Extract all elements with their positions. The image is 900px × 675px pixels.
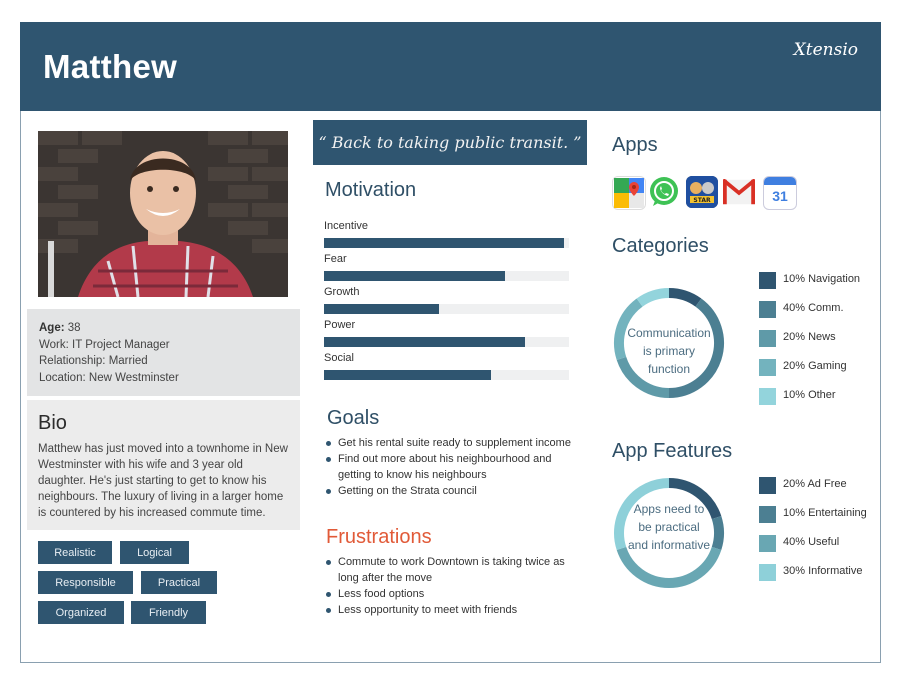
- legend-label: 20% Gaming: [783, 360, 847, 372]
- age-label: Age:: [39, 322, 65, 334]
- trait-tag: Responsible: [38, 571, 133, 594]
- frustrations-list: Commute to work Downtown is taking twice…: [324, 554, 579, 618]
- xtensio-logo: Xtensio: [793, 40, 858, 60]
- motivation-bar-track: [324, 304, 569, 314]
- legend-label: 20% Ad Free: [783, 478, 847, 490]
- profile-photo: [38, 131, 288, 297]
- trait-tag: Organized: [38, 601, 124, 624]
- legend-swatch: [759, 535, 776, 552]
- trait-tag: Practical: [141, 571, 217, 594]
- profile-photo-illustration: [38, 131, 288, 297]
- bio-text: Matthew has just moved into a townhome i…: [38, 443, 288, 519]
- legend-swatch: [759, 506, 776, 523]
- frustration-item: Commute to work Downtown is taking twice…: [324, 554, 579, 586]
- whatsapp-icon: [648, 176, 680, 208]
- goal-item: Get his rental suite ready to supplement…: [324, 435, 579, 451]
- legend-swatch: [759, 564, 776, 581]
- frustration-item: Less opportunity to meet with friends: [324, 602, 579, 618]
- trait-tag: Logical: [120, 541, 189, 564]
- location-value: New Westminster: [88, 371, 179, 384]
- legend-label: 10% Navigation: [783, 273, 861, 285]
- persona-quote: “ Back to taking public transit. ”: [313, 120, 587, 165]
- center-text-line: Apps need to: [633, 502, 705, 516]
- categories-title: Categories: [612, 235, 709, 257]
- motivation-label: Social: [324, 352, 354, 364]
- features-title: App Features: [612, 440, 733, 462]
- frustration-item: Less food options: [324, 586, 579, 602]
- motivation-bar-fill: [324, 337, 525, 347]
- motivation-bar-track: [324, 271, 569, 281]
- persona-name: Matthew: [43, 48, 178, 85]
- features-center-text: Apps need to be practical and informativ…: [612, 500, 726, 554]
- trait-tag: Friendly: [131, 601, 206, 624]
- google-maps-icon: [612, 176, 646, 210]
- relationship-row: Relationship: Married: [39, 353, 288, 370]
- profile-info: Age: 38 Work: IT Project Manager Relatio…: [27, 309, 300, 396]
- motivation-bar-track: [324, 370, 569, 380]
- goal-item: Find out more about his neighbourhood an…: [324, 451, 579, 483]
- legend-label: 40% Useful: [783, 536, 840, 548]
- work-label: Work:: [39, 338, 69, 351]
- motivation-label: Power: [324, 319, 356, 331]
- relationship-value: Married: [108, 355, 148, 367]
- legend-swatch: [759, 477, 776, 494]
- goals-list: Get his rental suite ready to supplement…: [324, 435, 579, 499]
- motivation-label: Fear: [324, 253, 347, 265]
- location-row: Location: New Westminster: [39, 370, 288, 387]
- goals-title: Goals: [327, 407, 380, 429]
- legend-label: 30% Informative: [783, 565, 863, 577]
- donut-slice-navigation: [668, 288, 702, 307]
- center-text-line: function: [647, 362, 691, 376]
- relationship-label: Relationship:: [39, 355, 106, 367]
- legend-swatch: [759, 272, 776, 289]
- legend-label: 40% Comm.: [783, 302, 844, 314]
- legend-label: 20% News: [783, 331, 836, 343]
- motivation-bar-fill: [324, 271, 506, 281]
- motivation-label: Incentive: [324, 220, 369, 232]
- google-calendar-icon: 31: [763, 176, 797, 210]
- goal-item: Getting on the Strata council: [324, 483, 579, 499]
- legend-swatch: [759, 301, 776, 318]
- bio-title: Bio: [38, 412, 67, 434]
- motivation-bar-fill: [324, 304, 440, 314]
- donut-slice-other: [636, 288, 670, 307]
- age-value: 38: [67, 322, 81, 334]
- work-value: IT Project Manager: [72, 338, 170, 351]
- motivation-label: Growth: [324, 286, 360, 298]
- apps-title: Apps: [612, 134, 658, 156]
- calendar-day: 31: [772, 188, 788, 204]
- categories-center-text: Communication is primary function: [612, 324, 726, 378]
- star-wars-game-icon: STAR: [686, 176, 718, 208]
- gmail-icon: [723, 176, 755, 208]
- legend-label: 10% Other: [783, 389, 836, 401]
- location-label: Location:: [39, 371, 86, 384]
- motivation-bar-fill: [324, 370, 491, 380]
- center-text-line: Communication: [627, 326, 711, 340]
- age-row: Age: 38: [39, 320, 288, 337]
- work-row: Work: IT Project Manager: [39, 337, 288, 354]
- legend-swatch: [759, 330, 776, 347]
- legend-swatch: [759, 388, 776, 405]
- motivation-bar-fill: [324, 238, 565, 248]
- center-text-line: be practical: [638, 520, 700, 534]
- center-text-line: is primary: [642, 344, 695, 358]
- legend-swatch: [759, 359, 776, 376]
- bio-panel: Bio Matthew has just moved into a townho…: [27, 400, 300, 530]
- frustrations-title: Frustrations: [326, 526, 432, 548]
- center-text-line: and informative: [627, 538, 711, 552]
- motivation-bar-track: [324, 337, 569, 347]
- legend-label: 10% Entertaining: [783, 507, 867, 519]
- motivation-bar-track: [324, 238, 569, 248]
- trait-tag: Realistic: [38, 541, 112, 564]
- calendar-header: [764, 177, 796, 185]
- svg-text:STAR: STAR: [693, 197, 711, 204]
- motivation-title: Motivation: [325, 179, 417, 201]
